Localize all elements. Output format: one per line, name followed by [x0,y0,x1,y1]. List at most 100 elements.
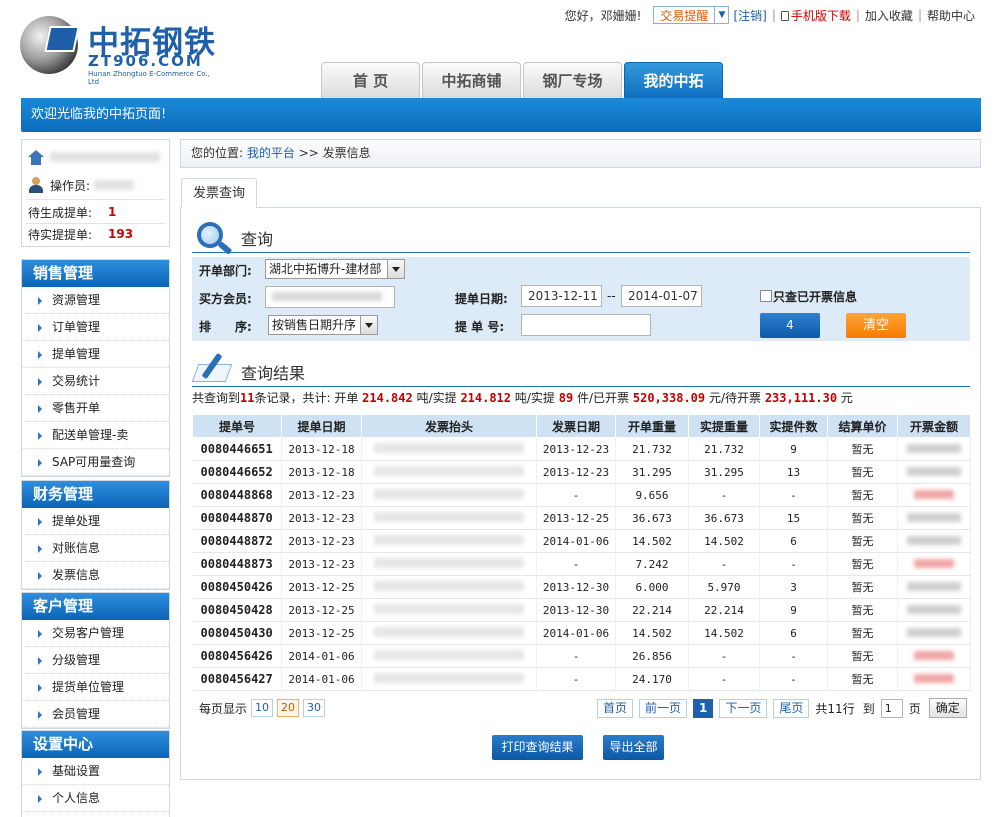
buyer-input[interactable] [265,286,395,308]
first-page-button[interactable]: 首页 [597,698,634,718]
summary-text: 元/待开票 [708,391,761,405]
cell-bill-no: 0080450426 [192,575,282,599]
cell-bill-date: 2013-12-18 [281,437,362,461]
date-to-input[interactable]: 2014-01-07 [621,285,702,307]
sidebar-item-bills[interactable]: 提单管理 [22,341,169,368]
current-page[interactable]: 1 [693,698,714,718]
date-from-input[interactable]: 2013-12-11 [521,285,602,307]
sort-select[interactable]: 按销售日期升序 [268,315,378,335]
table-row[interactable]: 0080448873 2013-12-23-7.242- - 暂无 [192,552,971,576]
cell-actual-pieces: - [759,483,828,507]
cell-actual-weight: 31.295 [688,460,760,484]
sidebar-item-resources[interactable]: 资源管理 [22,287,169,314]
clear-button[interactable]: 清空 [846,313,906,338]
table-row[interactable]: 0080456426 2014-01-06-26.856- - 暂无 [192,644,971,668]
mobile-download-link[interactable]: 手机版下载 [791,7,851,24]
tab-invoice-query[interactable]: 发票查询 [181,178,257,208]
table-header-row: 提单号 提单日期 发票抬头 发票日期 开单重量 实提重量 实提件数 结算单价 开… [192,414,971,438]
col-header[interactable]: 开单重量 [615,414,689,438]
nav-tab-shops[interactable]: 中拓商铺 [422,62,521,98]
breadcrumb-link-platform[interactable]: 我的平台 [247,146,295,160]
table-row[interactable]: 0080448872 2013-12-23 2014-01-06 14.502 14.5… [192,529,971,553]
menu-customers: 客户管理 交易客户管理 分级管理 提货单位管理 会员管理 [21,592,170,729]
table-row[interactable]: 0080446651 2013-12-18 2013-12-23 21.732 21.7… [192,437,971,461]
cell-invoice-date: 2013-12-30 [536,598,616,622]
menu-head-finance[interactable]: 财务管理 [22,481,169,508]
dept-select[interactable]: 湖北中拓博升-建材部 [265,259,405,279]
table-row[interactable]: 0080450430 2013-12-25 2014-01-06 14.502 14.5… [192,621,971,645]
sidebar-item-basic-settings[interactable]: 基础设置 [22,758,169,785]
prev-page-button[interactable]: 前一页 [639,698,688,718]
col-header[interactable]: 结算单价 [827,414,898,438]
add-favorite-link[interactable]: 加入收藏 [865,7,913,24]
sidebar-item-pickup-units[interactable]: 提货单位管理 [22,674,169,701]
table-row[interactable]: 0080456427 2014-01-06-24.170- - 暂无 [192,667,971,691]
cell-invoice-amount-redacted [897,483,971,507]
operator-name-redacted [94,180,135,190]
chevron-down-icon [387,260,404,278]
cell-invoice-title-redacted [361,621,537,645]
menu-head-sales[interactable]: 销售管理 [22,260,169,287]
help-center-link[interactable]: 帮助中心 [927,7,975,24]
col-header[interactable]: 提单日期 [281,414,362,438]
cell-open-weight: 7.242 [615,552,689,576]
confirm-button[interactable]: 确定 [928,698,967,718]
stat-row-pending-pickup[interactable]: 待实提提单: 193 [22,223,169,245]
table-row[interactable]: 0080446652 2013-12-18 2013-12-23 31.295 31.2… [192,460,971,484]
sidebar-item-trade-customers[interactable]: 交易客户管理 [22,620,169,647]
redacted-value [374,511,524,522]
menu-head-settings[interactable]: 设置中心 [22,731,169,758]
print-results-button[interactable]: 打印查询结果 [492,735,583,760]
next-page-button[interactable]: 下一页 [719,698,768,718]
nav-tab-mills[interactable]: 钢厂专场 [523,62,622,98]
col-header[interactable]: 实提重量 [688,414,760,438]
table-row[interactable]: 0080450426 2013-12-25 2013-12-30 6.000 5.970… [192,575,971,599]
sidebar-item-personal-info[interactable]: 个人信息 [22,785,169,812]
trade-alert-dropdown[interactable]: 交易提醒 ▼ [653,6,730,24]
nav-tab-home[interactable]: 首 页 [321,62,420,98]
breadcrumb-separator: >> [298,146,319,160]
page-size-20[interactable]: 20 [277,699,300,717]
col-header[interactable]: 开票金额 [897,414,971,438]
last-page-button[interactable]: 尾页 [773,698,810,718]
table-row[interactable]: 0080448868 2013-12-23-9.656- - 暂无 [192,483,971,507]
cell-invoice-date: - [536,644,616,668]
top-links: 您好，邓姗姗! 交易提醒 ▼ [注销] | 手机版下载 | 加入收藏 | 帮助中… [564,6,975,24]
export-all-button[interactable]: 导出全部 [603,735,664,760]
page-size-10[interactable]: 10 [251,699,274,717]
sidebar-item-members[interactable]: 会员管理 [22,701,169,728]
menu-head-customers[interactable]: 客户管理 [22,593,169,620]
sidebar-item-reconciliation[interactable]: 对账信息 [22,535,169,562]
sidebar-item-retail[interactable]: 零售开单 [22,395,169,422]
sidebar-item-orders[interactable]: 订单管理 [22,314,169,341]
table-row[interactable]: 0080448870 2013-12-23 2013-12-25 36.673 36.6… [192,506,971,530]
only-invoiced-checkbox[interactable] [760,290,772,302]
bill-no-input[interactable] [521,314,651,336]
logout-link[interactable]: [注销] [733,7,766,24]
buyer-value-redacted [272,292,382,301]
stat-row-pending-generate[interactable]: 待生成提单: 1 [22,201,169,223]
sidebar-item-bill-processing[interactable]: 提单处理 [22,508,169,535]
nav-tab-my-zhongtuo[interactable]: 我的中拓 [624,62,723,98]
total-rows: 共11行 [815,701,855,716]
cell-bill-no: 0080456426 [192,644,282,668]
goto-page-input[interactable]: 1 [880,698,903,718]
sidebar-item-invoices[interactable]: 发票信息 [22,562,169,589]
table-row[interactable]: 0080450428 2013-12-25 2013-12-30 22.214 22.2… [192,598,971,622]
col-header[interactable]: 发票抬头 [361,414,537,438]
site-logo[interactable]: 中拓钢铁 ZT906.COM Hunan Zhongtuo E-Commerce… [20,14,220,86]
sidebar-item-trade-stats[interactable]: 交易统计 [22,368,169,395]
search-button[interactable]: 4 [760,313,820,338]
sidebar-item-sap-query[interactable]: SAP可用量查询 [22,449,169,476]
results-table: 提单号 提单日期 发票抬头 发票日期 开单重量 实提重量 实提件数 结算单价 开… [192,414,971,691]
col-header[interactable]: 提单号 [192,414,282,438]
col-header[interactable]: 发票日期 [536,414,616,438]
pagination: 首页 前一页 1 下一页 尾页 共11行 到 1 页 确定 [597,697,967,719]
cell-actual-weight: - [688,644,760,668]
summary-actual-weight: 214.812 [460,391,512,405]
col-header[interactable]: 实提件数 [759,414,828,438]
sidebar-item-grading[interactable]: 分级管理 [22,647,169,674]
cell-actual-pieces: - [759,644,828,668]
sidebar-item-delivery[interactable]: 配送单管理-卖 [22,422,169,449]
page-size-30[interactable]: 30 [303,699,326,717]
